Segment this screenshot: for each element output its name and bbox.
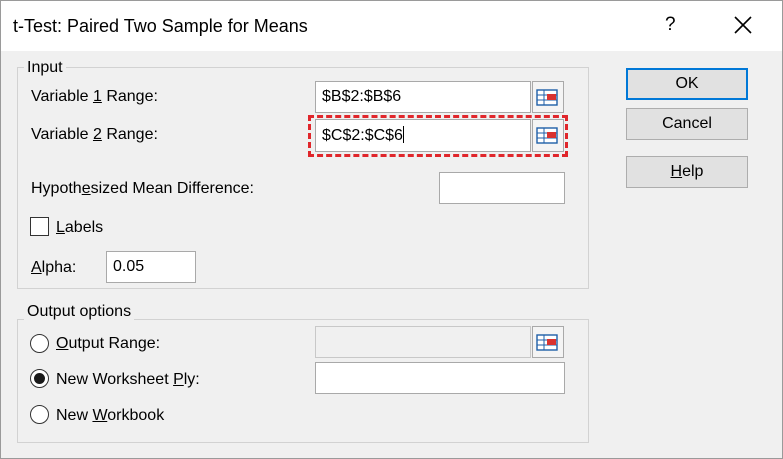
hypothesized-mean-difference-input[interactable] (439, 172, 565, 204)
ok-button[interactable]: OK (626, 68, 748, 100)
output-range-label: Output Range: (56, 335, 161, 352)
new-workbook-radio[interactable] (30, 405, 49, 424)
output-range-ref-button[interactable] (532, 326, 564, 358)
help-question-icon[interactable]: ? (665, 14, 676, 36)
new-worksheet-ply-radio[interactable] (30, 369, 49, 388)
hypothesized-mean-difference-label: Hypothesized Mean Difference: (31, 180, 254, 197)
output-range-radio[interactable] (30, 334, 49, 353)
output-options-group-label: Output options (24, 303, 135, 321)
dialog-title: t-Test: Paired Two Sample for Means (13, 16, 308, 36)
cancel-button[interactable]: Cancel (626, 108, 748, 140)
variable-1-range-ref-button[interactable] (532, 81, 564, 113)
new-worksheet-ply-label: New Worksheet Ply: (56, 371, 200, 388)
variable-2-range-label: Variable 2 Range: (31, 126, 158, 143)
alpha-input[interactable]: 0.05 (106, 251, 196, 283)
help-button[interactable]: Help (626, 156, 748, 188)
new-worksheet-ply-input[interactable] (315, 362, 565, 394)
labels-checkbox[interactable] (30, 217, 49, 236)
variable-1-range-label: Variable 1 Range: (31, 88, 158, 105)
input-group-label: Input (24, 59, 66, 77)
radio-selected-dot (34, 373, 45, 384)
variable-2-highlight-box (308, 115, 568, 157)
title-bar: t-Test: Paired Two Sample for Means ? (1, 1, 782, 51)
alpha-label: Alpha: (31, 259, 77, 276)
ttest-dialog: t-Test: Paired Two Sample for Means ? In… (0, 0, 783, 459)
output-range-input[interactable] (315, 326, 531, 358)
close-icon[interactable] (729, 11, 757, 39)
variable-1-range-input[interactable]: $B$2:$B$6 (315, 81, 531, 113)
range-selector-icon (536, 89, 558, 106)
labels-label: Labels (56, 219, 104, 236)
range-selector-icon (536, 334, 558, 351)
new-workbook-label: New Workbook (56, 407, 165, 424)
